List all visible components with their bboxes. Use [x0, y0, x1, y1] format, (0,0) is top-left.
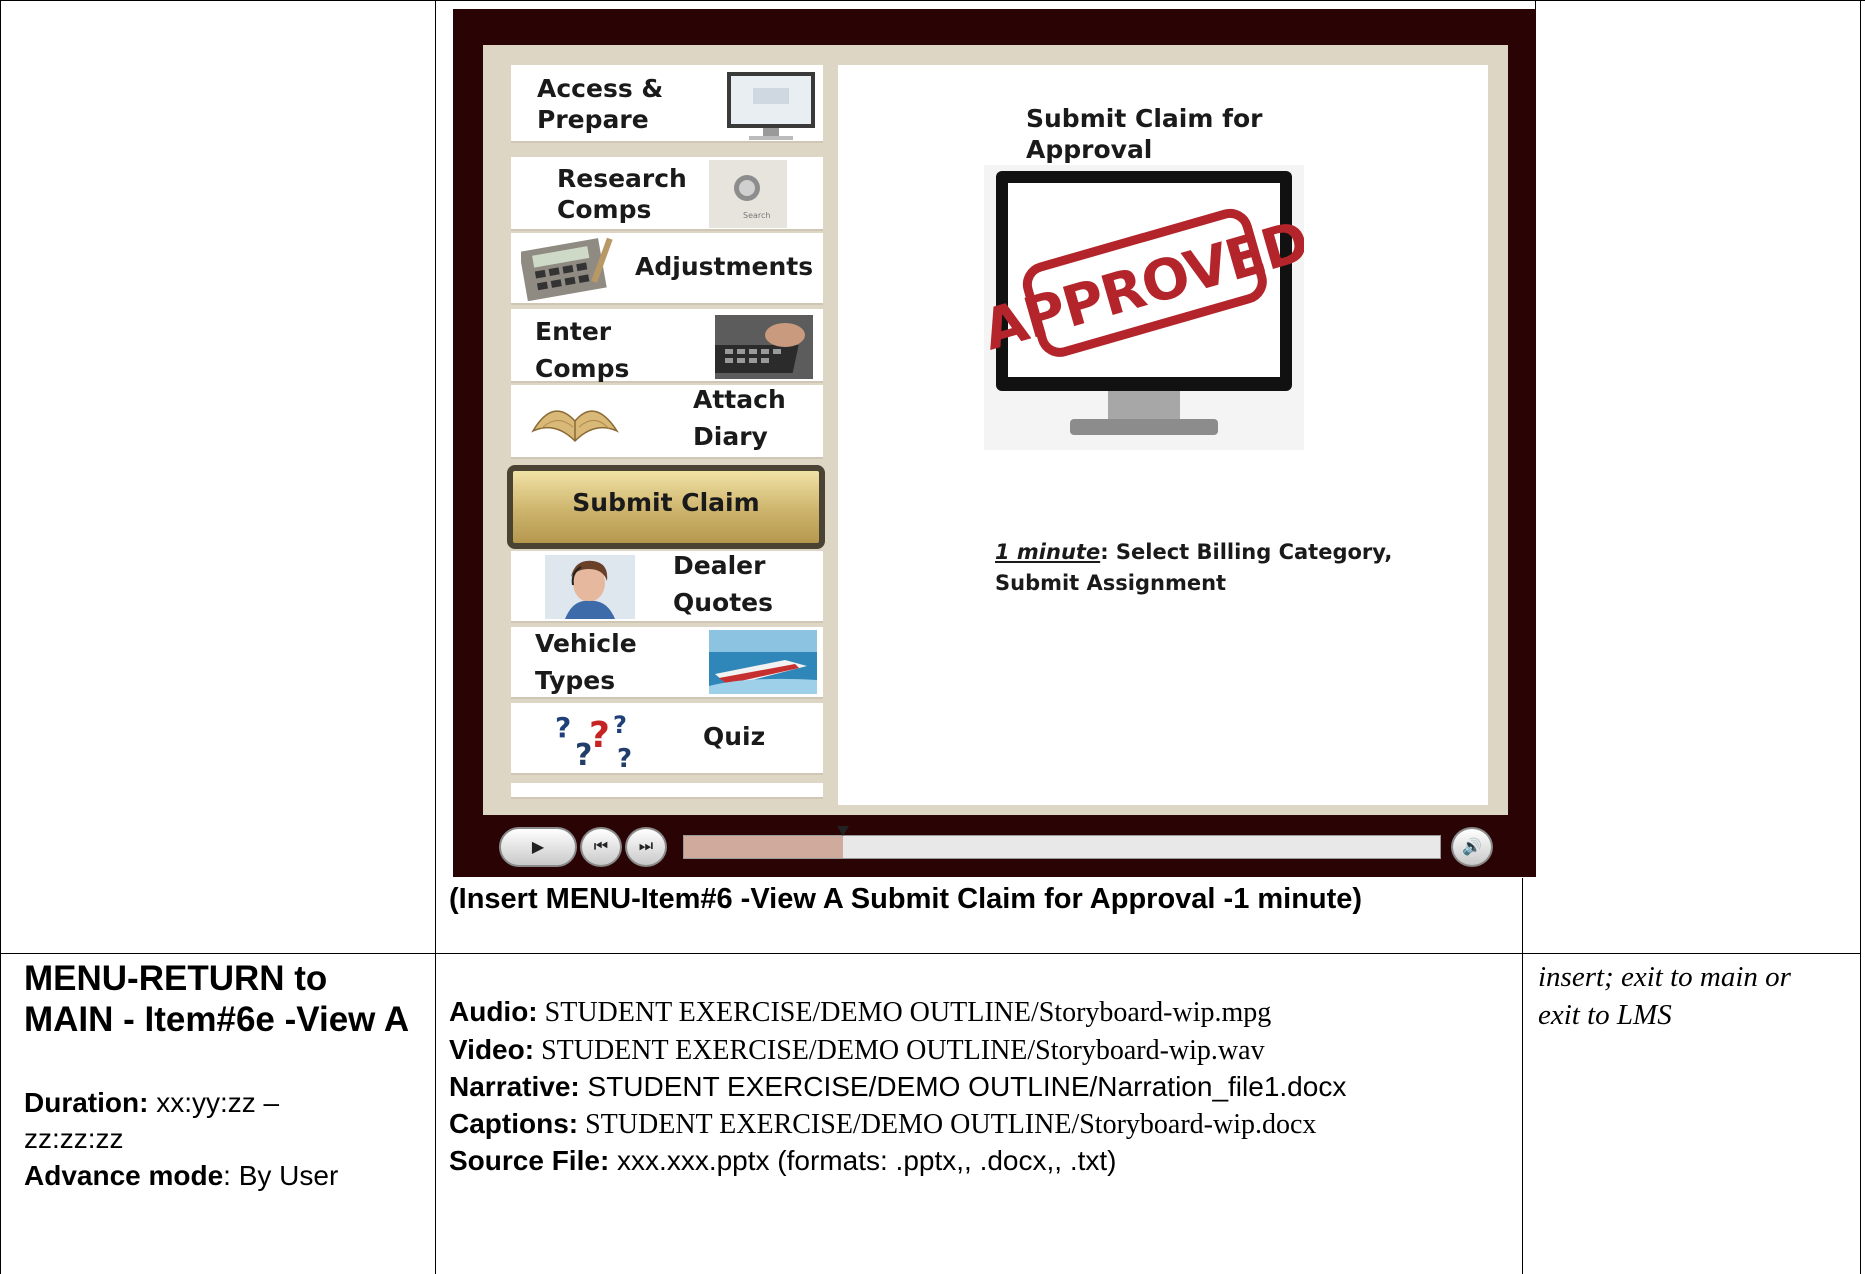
media-file-list: Audio: STUDENT EXERCISE/DEMO OUTLINE/Sto…	[449, 994, 1346, 1180]
search-button-icon: Search	[709, 160, 787, 228]
question-marks-icon: ? ? ? ? ?	[555, 711, 632, 771]
menu-item-label: Research Comps	[557, 164, 687, 224]
menu-item-access-prepare[interactable]: Access & Prepare	[511, 65, 823, 143]
svg-text:?: ?	[589, 715, 610, 756]
menu-item-dealer-quotes[interactable]: Dealer Quotes	[511, 551, 823, 623]
menu-item-vehicle-types[interactable]: Vehicle Types	[511, 627, 823, 699]
table-right-border	[1860, 0, 1861, 1274]
narrative-row: Narrative: STUDENT EXERCISE/DEMO OUTLINE…	[449, 1069, 1346, 1106]
progress-fill	[684, 836, 843, 858]
progress-bar[interactable]	[683, 826, 1441, 859]
table-col-divider-2-top	[1535, 0, 1536, 9]
svg-text:?: ?	[617, 744, 632, 771]
audio-label: Audio:	[449, 996, 538, 1027]
menu-item-label: Vehicle Types	[535, 629, 637, 695]
open-book-icon	[531, 410, 620, 443]
captions-path: STUDENT EXERCISE/DEMO OUTLINE/Storyboard…	[578, 1108, 1317, 1140]
table-left-border	[0, 0, 1, 1274]
slide-content-panel: Submit Claim for Approval APPROVED 1 min…	[838, 65, 1488, 805]
narrative-label: Narrative:	[449, 1071, 580, 1102]
screen-name: MENU-RETURN to MAIN - Item#6e -View A	[24, 959, 410, 1039]
menu-item-label: Access & Prepare	[537, 74, 664, 134]
duration-value-text: xx:yy:zz –	[148, 1087, 280, 1118]
menu-item-label: Attach Diary	[693, 385, 786, 451]
play-button[interactable]: ▶	[499, 827, 577, 867]
menu-item-research-comps[interactable]: Research Comps Search	[511, 157, 823, 231]
menu-item-label: Submit Claim	[572, 488, 760, 517]
video-label: Video:	[449, 1033, 535, 1065]
menu-item-label: Enter Comps	[535, 317, 630, 383]
duration-line-2: zz:zz:zz	[24, 1121, 124, 1157]
video-path: STUDENT EXERCISE/DEMO OUTLINE/Storyboard…	[534, 1034, 1265, 1066]
slide-stage: Access & Prepare Research Comps Search A…	[483, 45, 1508, 815]
menu-item-empty	[511, 783, 823, 799]
previous-icon: ⏮	[593, 838, 609, 855]
source-file-row: Source File: xxx.xxx.pptx (formats: .ppt…	[449, 1143, 1346, 1180]
headset-agent-icon	[545, 555, 635, 619]
menu-item-enter-comps[interactable]: Enter Comps	[511, 309, 823, 383]
duration-value: 1 minute	[995, 540, 1101, 564]
progress-knob[interactable]	[836, 826, 849, 836]
menu-item-label: Dealer Quotes	[673, 551, 774, 617]
content-title: Submit Claim for Approval	[1026, 104, 1263, 164]
menu-item-label: Quiz	[703, 722, 766, 751]
svg-text:?: ?	[555, 711, 571, 744]
monitor-login-icon	[727, 72, 815, 140]
menu-item-submit-claim[interactable]: Submit Claim	[507, 465, 825, 549]
menu-item-adjustments[interactable]: Adjustments	[511, 233, 823, 305]
menu-item-label: Adjustments	[635, 252, 814, 281]
captions-label: Captions:	[449, 1107, 579, 1139]
table-top-border	[0, 0, 1865, 1]
duration-note: 1 minute: Select Billing Category, Submi…	[995, 537, 1392, 599]
video-row: Video: STUDENT EXERCISE/DEMO OUTLINE/Sto…	[449, 1032, 1346, 1070]
slide-preview: Access & Prepare Research Comps Search A…	[453, 9, 1536, 877]
play-icon: ▶	[531, 839, 545, 856]
calculator-icon	[521, 237, 613, 301]
advance-mode-line: Advance mode: By User	[24, 1158, 338, 1194]
volume-icon: 🔊	[1462, 839, 1482, 856]
duration-label: Duration:	[24, 1087, 149, 1118]
duration-desc-line2: Submit Assignment	[995, 571, 1227, 595]
approved-monitor-image: APPROVED	[984, 165, 1304, 450]
source-file-label: Source File:	[449, 1145, 610, 1176]
duration-value-text-2: zz:zz:zz	[24, 1123, 124, 1154]
course-menu: Access & Prepare Research Comps Search A…	[503, 65, 825, 805]
source-file-value: xxx.xxx.pptx (formats: .pptx,, .docx,, .…	[609, 1145, 1117, 1176]
menu-item-attach-diary[interactable]: Attach Diary	[511, 385, 823, 459]
svg-text:?: ?	[613, 711, 627, 739]
next-button[interactable]: ⏭	[625, 827, 667, 867]
duration-desc: : Select Billing Category,	[1100, 540, 1393, 564]
narrative-path: STUDENT EXERCISE/DEMO OUTLINE/Narration_…	[579, 1071, 1347, 1102]
duration-line: Duration: xx:yy:zz –	[24, 1085, 279, 1121]
table-col-divider-2	[1522, 878, 1523, 1274]
slide-caption: (Insert MENU-Item#6 -View A Submit Claim…	[449, 883, 1363, 915]
keyboard-icon	[715, 315, 813, 379]
menu-item-quiz[interactable]: ? ? ? ? ? Quiz	[511, 703, 823, 775]
next-icon: ⏭	[638, 838, 654, 855]
svg-text:Search: Search	[743, 211, 770, 220]
volume-button[interactable]: 🔊	[1451, 827, 1493, 867]
table-row-divider	[0, 953, 1861, 954]
table-col-divider-1	[435, 0, 436, 1274]
previous-button[interactable]: ⏮	[580, 827, 622, 867]
audio-path: STUDENT EXERCISE/DEMO OUTLINE/Storyboard…	[537, 997, 1272, 1028]
advance-mode-label: Advance mode	[24, 1160, 224, 1191]
notes-cell: insert; exit to main or exit to LMS	[1538, 961, 1791, 1031]
advance-mode-value: : By User	[223, 1160, 339, 1191]
speedboat-icon	[709, 630, 817, 694]
audio-row: Audio: STUDENT EXERCISE/DEMO OUTLINE/Sto…	[449, 994, 1346, 1032]
captions-row: Captions: STUDENT EXERCISE/DEMO OUTLINE/…	[449, 1106, 1346, 1144]
